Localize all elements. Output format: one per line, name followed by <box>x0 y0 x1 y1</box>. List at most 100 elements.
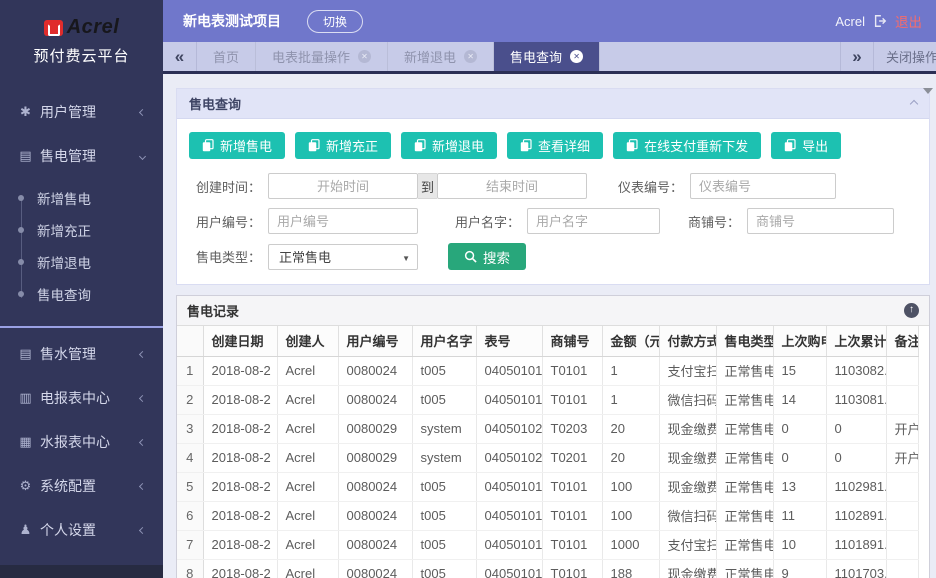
column-header: 付款方式 <box>659 326 716 356</box>
tab-label: 售电查询 <box>510 47 562 66</box>
sidebar-divider <box>0 326 163 328</box>
column-header: 商铺号 <box>542 326 602 356</box>
table-cell: 1101891. <box>826 530 886 559</box>
table-cell: 04050101 <box>476 356 542 385</box>
tabs-scroll-left-icon[interactable] <box>163 42 197 71</box>
sidebar-item-label: 用户管理 <box>40 102 96 122</box>
tab-sale-query[interactable]: 售电查询 <box>494 42 600 71</box>
sale-records-panel: 售电记录 创建日期创建人用户编号用户名字表号商铺号金额（元付款方式售电类型上次购… <box>176 295 930 578</box>
sidebar-footer-bar <box>0 565 163 578</box>
table-cell: Acrel <box>277 385 338 414</box>
sidebar-item-sale-management[interactable]: ▤ 售电管理 <box>0 134 163 178</box>
table-row[interactable]: 22018-08-2Acrel0080024t00504050101T01011… <box>177 385 918 414</box>
online-pay-resend-button[interactable]: 在线支付重新下发 <box>613 132 761 159</box>
sidebar-subitem-sale-query[interactable]: 售电查询 <box>0 278 163 310</box>
table-row[interactable]: 72018-08-2Acrel0080024t00504050101T01011… <box>177 530 918 559</box>
table-cell: T0201 <box>542 443 602 472</box>
table-cell: 14 <box>773 385 826 414</box>
sidebar-item-water-sale[interactable]: ▤ 售水管理 <box>0 332 163 376</box>
table-cell: system <box>412 443 476 472</box>
table-cell <box>886 385 918 414</box>
search-button[interactable]: 搜索 <box>448 243 526 270</box>
copy-icon <box>520 139 532 152</box>
column-header: 上次累计 <box>826 326 886 356</box>
table-row[interactable]: 82018-08-2Acrel0080024t00504050101T01011… <box>177 559 918 578</box>
table-cell: 04050101 <box>476 559 542 578</box>
table-row[interactable]: 42018-08-2Acrel0080029system04050102T020… <box>177 443 918 472</box>
table-cell: 正常售电 <box>716 414 773 443</box>
tab-new-refund[interactable]: 新增退电 <box>388 42 494 71</box>
table-cell: 100 <box>602 472 659 501</box>
collapse-panel-icon[interactable] <box>910 99 918 107</box>
table-cell: T0101 <box>542 559 602 578</box>
column-header: 表号 <box>476 326 542 356</box>
table-cell: 现金缴费 <box>659 414 716 443</box>
collapse-circle-up-icon[interactable] <box>904 303 919 318</box>
tabs-scroll-right-icon[interactable] <box>840 42 874 71</box>
sidebar-item-system-config[interactable]: ⚙ 系统配置 <box>0 464 163 508</box>
table-cell: T0101 <box>542 530 602 559</box>
new-refund-button[interactable]: 新增退电 <box>401 132 497 159</box>
shop-no-label: 商铺号： <box>678 212 740 231</box>
tab-close-icon[interactable] <box>358 50 371 63</box>
user-no-input[interactable] <box>268 208 418 234</box>
table-cell: 现金缴费 <box>659 559 716 578</box>
sidebar-item-electric-reports[interactable]: ▥ 电报表中心 <box>0 376 163 420</box>
table-row[interactable]: 62018-08-2Acrel0080024t00504050101T01011… <box>177 501 918 530</box>
to-label: 到 <box>418 173 437 199</box>
table-cell: 正常售电 <box>716 530 773 559</box>
export-button[interactable]: 导出 <box>771 132 841 159</box>
start-time-input[interactable] <box>268 173 418 199</box>
sidebar-item-user-management[interactable]: ✱ 用户管理 <box>0 90 163 134</box>
end-time-input[interactable] <box>437 173 587 199</box>
user-name-label: 用户名字： <box>448 212 520 231</box>
tab-meter-batch-ops[interactable]: 电表批量操作 <box>256 42 388 71</box>
table-cell: t005 <box>412 501 476 530</box>
sidebar-subitem-new-refund[interactable]: 新增退电 <box>0 246 163 278</box>
table-cell <box>886 559 918 578</box>
table-cell: 正常售电 <box>716 501 773 530</box>
row-number-cell: 5 <box>177 472 203 501</box>
button-label: 新增退电 <box>432 136 484 155</box>
user-name-input[interactable] <box>527 208 660 234</box>
table-cell <box>886 530 918 559</box>
table-row[interactable]: 32018-08-2Acrel0080029system04050102T020… <box>177 414 918 443</box>
scroll-down-icon[interactable] <box>923 88 933 94</box>
table-cell: 正常售电 <box>716 385 773 414</box>
sidebar-subitem-new-sale[interactable]: 新增售电 <box>0 182 163 214</box>
table-cell: 0080024 <box>338 501 412 530</box>
column-header: 上次购电 <box>773 326 826 356</box>
table-row[interactable]: 52018-08-2Acrel0080024t00504050101T01011… <box>177 472 918 501</box>
platform-title: 预付费云平台 <box>0 45 163 66</box>
view-detail-button[interactable]: 查看详细 <box>507 132 603 159</box>
sale-type-select[interactable]: 正常售电 ▼ <box>268 244 418 270</box>
table-cell: 0080024 <box>338 559 412 578</box>
table-cell: 现金缴费 <box>659 443 716 472</box>
shop-no-input[interactable] <box>747 208 894 234</box>
table-cell: 支付宝扫码 <box>659 530 716 559</box>
close-operations-menu[interactable]: 关闭操作 <box>874 42 936 71</box>
sidebar-item-water-reports[interactable]: ▦ 水报表中心 <box>0 420 163 464</box>
sidebar-subitem-new-recharge[interactable]: 新增充正 <box>0 214 163 246</box>
table-cell: 100 <box>602 501 659 530</box>
tab-close-icon[interactable] <box>570 50 583 63</box>
table-cell: 04050101 <box>476 530 542 559</box>
new-recharge-button[interactable]: 新增充正 <box>295 132 391 159</box>
asterisk-icon: ✱ <box>18 104 33 120</box>
card-icon: ▤ <box>18 148 33 164</box>
query-panel-body: 新增售电 新增充正 新增退电 查看详细 <box>177 119 929 284</box>
tab-home[interactable]: 首页 <box>197 42 256 71</box>
table-cell: 1103081. <box>826 385 886 414</box>
table-row[interactable]: 12018-08-2Acrel0080024t00504050101T01011… <box>177 356 918 385</box>
meter-no-input[interactable] <box>690 173 836 199</box>
table-cell: 0 <box>773 443 826 472</box>
table-cell: 2018-08-2 <box>203 501 277 530</box>
tab-close-icon[interactable] <box>464 50 477 63</box>
logout-button[interactable]: 退出 <box>895 11 922 31</box>
new-sale-button[interactable]: 新增售电 <box>189 132 285 159</box>
sidebar-item-personal-settings[interactable]: ♟ 个人设置 <box>0 508 163 552</box>
switch-project-button[interactable]: 切换 <box>307 10 363 33</box>
sidebar-item-label: 售电管理 <box>40 146 96 166</box>
tab-label: 首页 <box>213 47 239 66</box>
table-cell: 1102891. <box>826 501 886 530</box>
